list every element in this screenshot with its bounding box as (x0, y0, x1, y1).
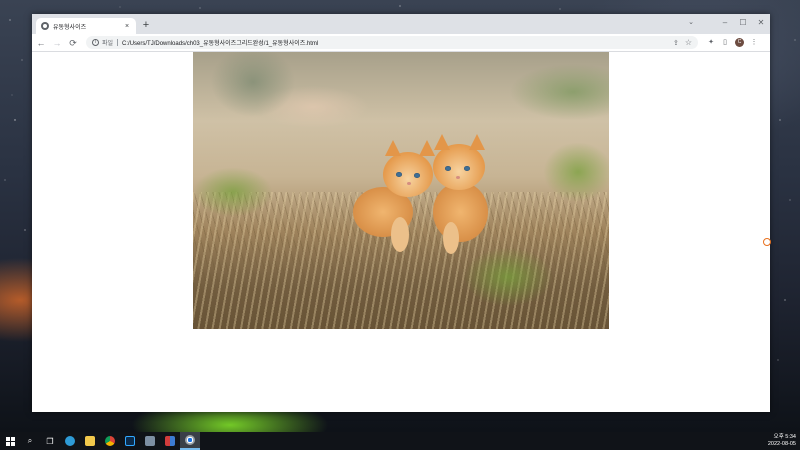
kitten-right-eye (445, 166, 451, 171)
kitten-photo (193, 52, 609, 329)
clock-date: 2022-08-05 (767, 441, 796, 447)
kitten-right-body (433, 182, 488, 242)
back-button[interactable]: ← (34, 36, 48, 50)
tab-search-icon[interactable]: ⌄ (682, 14, 700, 30)
edge-icon (65, 436, 75, 446)
taskbar-app-chrome-active[interactable] (180, 432, 200, 450)
site-info-icon[interactable]: i (92, 39, 99, 46)
page-viewport (32, 52, 770, 412)
tab-close-icon[interactable]: × (123, 23, 131, 30)
taskbar-app-edge[interactable] (60, 432, 80, 450)
kitten-right-head (433, 144, 485, 190)
kitten-left-ear (385, 140, 401, 156)
kitten-right-ear (469, 134, 485, 150)
kitten-left-nose (407, 182, 411, 185)
search-icon: ⌕ (27, 436, 33, 445)
browser-toolbar: ← → ⟳ i 파일 C:/Users/TJ/Downloads/ch03_유동… (32, 34, 770, 52)
photo-grass-tuft (463, 247, 553, 307)
task-view-button[interactable]: ❐ (40, 432, 60, 450)
address-divider (117, 39, 119, 46)
window-controls: ⌄ – ☐ ✕ (682, 14, 770, 34)
taskbar-app-chrome[interactable] (100, 432, 120, 450)
new-tab-button[interactable]: + (140, 19, 152, 31)
address-url[interactable]: C:/Users/TJ/Downloads/ch03_유동형사이즈그리드완성/1… (122, 38, 318, 47)
share-icon[interactable]: ⇪ (673, 39, 679, 47)
profile-avatar[interactable]: C (735, 38, 744, 47)
clock-time: 오후 5:34 (773, 434, 796, 440)
kitten-left-eye (396, 172, 402, 177)
toolbar-actions: ✦ ▯ C ⋮ (704, 36, 761, 50)
taskbar-app-generic-2[interactable] (160, 432, 180, 450)
browser-window: 유동형사이즈 × + ⌄ – ☐ ✕ ← → ⟳ i 파일 C:/Users/T… (32, 14, 770, 412)
kitten-right-nose (456, 176, 460, 179)
tab-active[interactable]: 유동형사이즈 × (36, 18, 136, 34)
menu-icon[interactable]: ⋮ (747, 36, 761, 50)
photo-grass-tuft (543, 142, 609, 202)
taskbar-app-generic[interactable] (140, 432, 160, 450)
kitten-left-head (383, 152, 433, 197)
bookmark-star-icon[interactable]: ☆ (685, 38, 692, 47)
app-icon-2 (165, 436, 175, 446)
forward-button[interactable]: → (50, 36, 64, 50)
taskbar: ⌕ ❐ 오후 5:34 2022-08-05 (0, 432, 800, 450)
close-window-button[interactable]: ✕ (752, 14, 770, 30)
tab-title: 유동형사이즈 (53, 24, 87, 31)
kitten-right-leg (443, 222, 459, 254)
taskbar-clock[interactable]: 오후 5:34 2022-08-05 (768, 434, 796, 448)
taskbar-search-button[interactable]: ⌕ (20, 432, 40, 450)
kitten-left-eye (414, 173, 420, 178)
app-icon (145, 436, 155, 446)
kitten-right-ear (434, 134, 450, 150)
photoshop-icon (125, 436, 135, 446)
chrome-active-icon (185, 435, 195, 445)
photo-grass-tuft (193, 167, 273, 217)
chrome-icon (105, 436, 115, 446)
kitten-left-ear (419, 140, 435, 156)
reload-button[interactable]: ⟳ (66, 36, 80, 50)
page-favicon-icon (41, 22, 49, 30)
taskbar-app-explorer[interactable] (80, 432, 100, 450)
kitten-left-leg (391, 217, 409, 252)
maximize-button[interactable]: ☐ (734, 14, 752, 30)
extensions-icon[interactable]: ✦ (704, 36, 718, 50)
mouse-cursor-marker (763, 238, 771, 246)
file-explorer-icon (85, 436, 95, 446)
minimize-button[interactable]: – (716, 14, 734, 30)
task-view-icon: ❐ (46, 436, 54, 446)
tab-strip: 유동형사이즈 × + ⌄ – ☐ ✕ (32, 14, 770, 34)
address-bar[interactable]: i 파일 C:/Users/TJ/Downloads/ch03_유동형사이즈그리… (86, 36, 698, 49)
side-panel-icon[interactable]: ▯ (718, 36, 732, 50)
address-scheme-label: 파일 (102, 41, 114, 47)
taskbar-app-photoshop[interactable] (120, 432, 140, 450)
kitten-right-eye (464, 166, 470, 171)
windows-logo-icon (5, 436, 15, 446)
start-button[interactable] (0, 432, 20, 450)
